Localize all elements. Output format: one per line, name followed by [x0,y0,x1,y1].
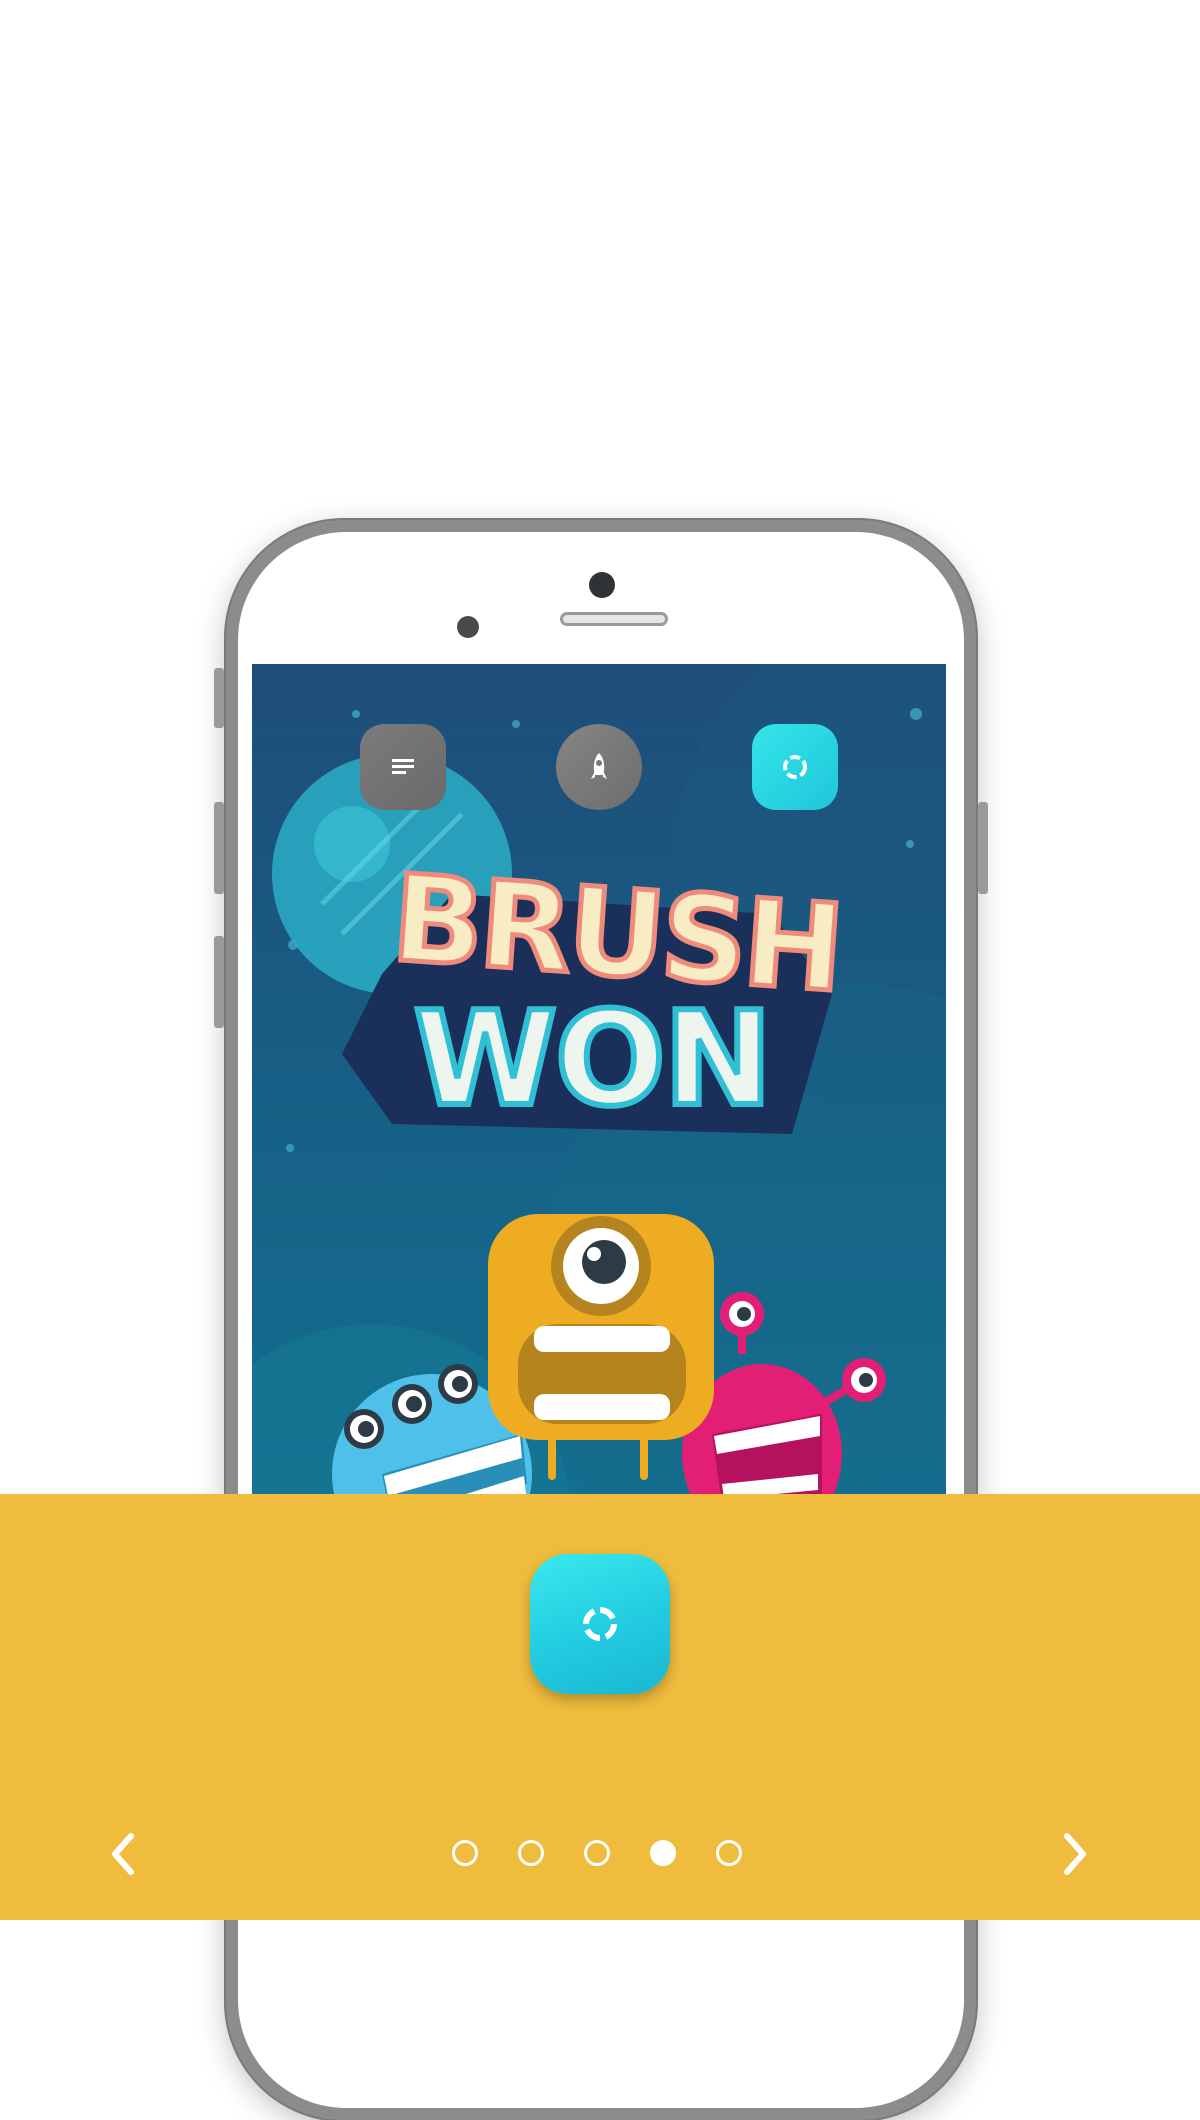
game-loading-button[interactable] [752,724,838,810]
feature-app-icon [530,1554,670,1694]
chevron-left-icon [112,1833,134,1875]
previous-page-button[interactable] [92,1824,152,1884]
phone-camera [589,572,615,598]
page-dot-5[interactable] [716,1840,742,1866]
loading-circle-icon [583,1607,617,1641]
page-dot-1[interactable] [452,1840,478,1866]
loading-icon [783,755,807,779]
phone-volume-down [214,936,224,1028]
chevron-right-icon [1064,1833,1086,1875]
phone-volume-up [214,802,224,894]
page-indicator [452,1840,742,1866]
game-menu-button[interactable] [360,724,446,810]
game-play-button[interactable] [556,724,642,810]
rocket-icon [591,753,607,779]
game-screenshot: BRUSH WON [252,664,946,1514]
star-dot [286,1144,294,1152]
phone-speaker [560,612,668,626]
page-dot-2[interactable] [518,1840,544,1866]
page-dot-3[interactable] [584,1840,610,1866]
star-dot [512,720,520,728]
star-dot [352,710,360,718]
page-dot-4[interactable] [650,1840,676,1866]
star-dot [288,940,298,950]
phone-power-button [978,802,988,894]
phone-side-button [214,668,224,728]
onboarding-panel [0,1494,1200,1920]
star-dot [906,840,914,848]
monster-characters [332,1214,886,1514]
game-logo-line2: WON [411,983,776,1135]
phone-sensor [457,616,479,638]
menu-icon [392,759,414,774]
game-logo: BRUSH WON [332,847,852,1154]
next-page-button[interactable] [1046,1824,1106,1884]
yellow-monster [488,1214,714,1480]
star-dot [910,708,922,720]
